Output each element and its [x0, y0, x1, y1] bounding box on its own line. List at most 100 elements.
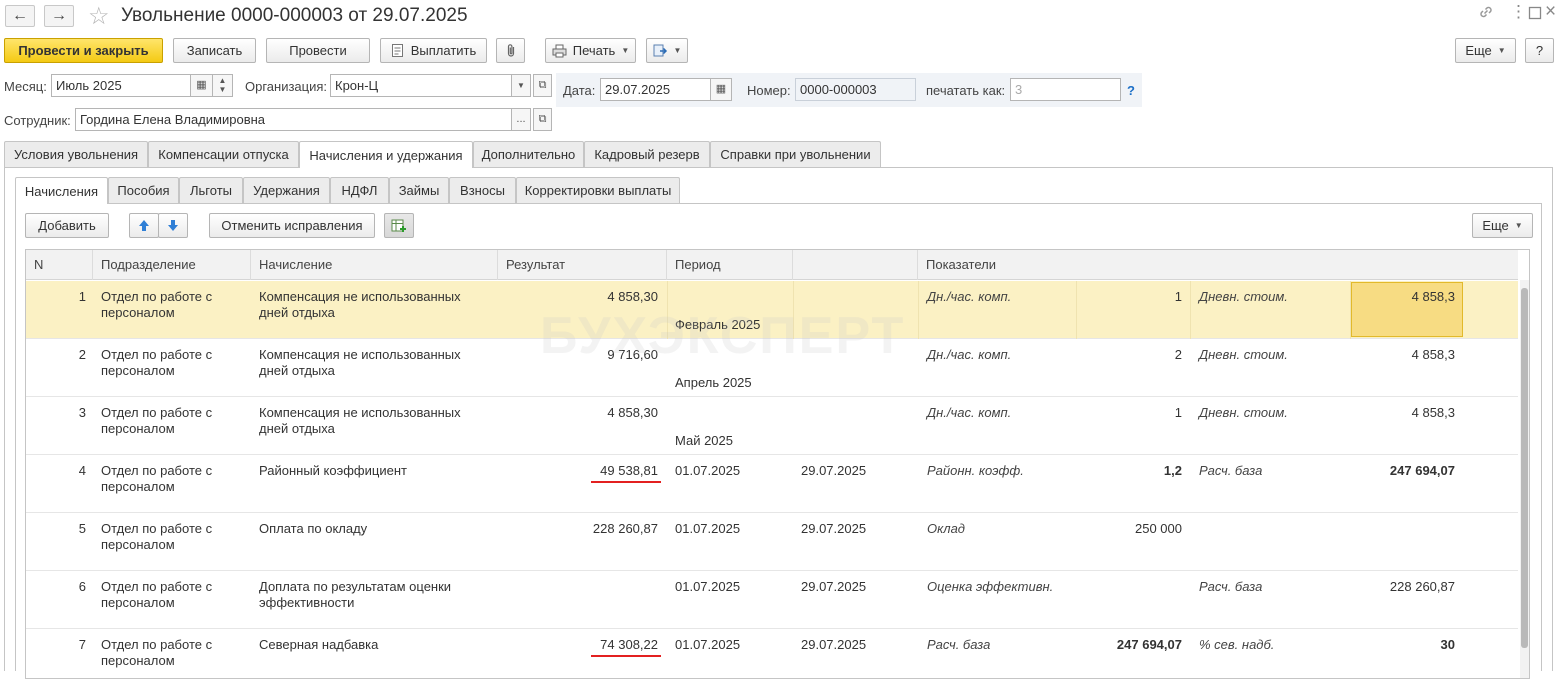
cell-department: Отдел по работе с: [101, 579, 213, 594]
cell-divider: [918, 281, 919, 339]
subtab-contributions[interactable]: Взносы: [449, 177, 516, 203]
tab-additional[interactable]: Дополнительно: [473, 141, 584, 167]
vertical-scrollbar[interactable]: [1520, 280, 1529, 678]
paperclip-icon: [507, 44, 514, 57]
cell-n: 6: [78, 579, 86, 594]
cell-department: персоналом: [101, 479, 175, 494]
post-button[interactable]: Провести: [266, 38, 370, 63]
tab-dismissal-certificates[interactable]: Справки при увольнении: [710, 141, 881, 167]
tab-personnel-reserve[interactable]: Кадровый резерв: [584, 141, 710, 167]
col-indicators[interactable]: Показатели: [918, 250, 1518, 280]
employee-label: Сотрудник:: [4, 113, 71, 128]
print-as-help-icon[interactable]: ?: [1127, 83, 1135, 98]
table-more-button[interactable]: Еще ▼: [1472, 213, 1533, 238]
table-row[interactable]: 1 Отдел по работе с персоналом Компенсация …: [26, 281, 1518, 339]
close-icon[interactable]: ×: [1545, 1, 1556, 23]
link-icon[interactable]: [1478, 4, 1494, 25]
chevron-down-icon: ▼: [1514, 221, 1523, 230]
col-result[interactable]: Результат: [498, 250, 667, 280]
panel-border-left: [4, 167, 5, 671]
subtab-accruals[interactable]: Начисления: [15, 177, 108, 204]
cell-indicator-name: Дневн. стоим.: [1199, 347, 1288, 362]
month-spinner[interactable]: ▲ ▼: [212, 74, 233, 97]
star-icon[interactable]: ☆: [88, 2, 110, 31]
cancel-corrections-button[interactable]: Отменить исправления: [209, 213, 375, 238]
move-down-button[interactable]: [158, 213, 188, 238]
subtab-loans[interactable]: Займы: [389, 177, 449, 203]
subtab-ndfl[interactable]: НДФЛ: [330, 177, 389, 203]
move-up-button[interactable]: [129, 213, 159, 238]
print-as-field[interactable]: 3: [1010, 78, 1121, 101]
col-n[interactable]: N: [26, 250, 93, 280]
maximize-icon[interactable]: [1528, 2, 1542, 25]
table-row[interactable]: 4 Отдел по работе с персоналом Районный коэ…: [26, 455, 1518, 513]
col-accrual[interactable]: Начисление: [251, 250, 498, 280]
date-calendar-button[interactable]: ▦: [710, 78, 732, 101]
organization-field[interactable]: Крон-Ц: [330, 74, 512, 97]
show-indicators-button[interactable]: [384, 213, 414, 238]
create-based-on-button[interactable]: ▼: [646, 38, 688, 63]
subtab-payment-adjustments[interactable]: Корректировки выплаты: [516, 177, 680, 203]
help-button[interactable]: ?: [1525, 38, 1554, 63]
cell-accrual: дней отдыха: [259, 305, 335, 320]
cell-period: 01.07.2025: [675, 579, 741, 594]
tab-vacation-compensation[interactable]: Компенсации отпуска: [148, 141, 299, 167]
subtab-benefits[interactable]: Пособия: [108, 177, 179, 203]
table-row[interactable]: 5 Отдел по работе с персоналом Оплата по ок…: [26, 513, 1518, 571]
table-row[interactable]: 3 Отдел по работе с персоналом Компенсация …: [26, 397, 1518, 455]
save-button[interactable]: Записать: [173, 38, 256, 63]
subpanel-border-left: [15, 203, 16, 671]
print-button[interactable]: Печать ▼: [545, 38, 636, 63]
cell-accrual: Районный коэффициент: [259, 463, 407, 478]
month-field[interactable]: Июль 2025: [51, 74, 191, 97]
scrollbar-thumb[interactable]: [1521, 288, 1528, 648]
cell-department: персоналом: [101, 653, 175, 668]
cell-department: Отдел по работе с: [101, 347, 213, 362]
printer-icon: [552, 44, 567, 57]
cell-indicator-value: 247 694,07: [1116, 637, 1182, 652]
cell-indicator-value: 4 858,3: [1411, 405, 1455, 420]
date-field[interactable]: 29.07.2025: [600, 78, 712, 101]
more-vertical-icon[interactable]: ⋮: [1510, 2, 1527, 22]
col-period[interactable]: Период: [667, 250, 793, 280]
attach-button[interactable]: [496, 38, 525, 63]
cell-department: персоналом: [101, 421, 175, 436]
col-department[interactable]: Подразделение: [93, 250, 251, 280]
cell-indicator-name: Расч. база: [927, 637, 991, 652]
post-and-close-button[interactable]: Провести и закрыть: [4, 38, 163, 63]
cell-accrual: дней отдыха: [259, 421, 335, 436]
calendar-button[interactable]: ▦: [190, 74, 213, 97]
table-row[interactable]: 2 Отдел по работе с персоналом Компенсация …: [26, 339, 1518, 397]
cell-period-end: 29.07.2025: [801, 521, 867, 536]
subtab-privileges[interactable]: Льготы: [179, 177, 243, 203]
open-organization-button[interactable]: ⧉: [533, 74, 552, 97]
cell-period-month: Апрель 2025: [675, 375, 752, 390]
cell-indicator-name: Оценка эффективн.: [927, 579, 1054, 594]
organization-label: Организация:: [245, 79, 328, 94]
subtab-deductions[interactable]: Удержания: [243, 177, 330, 203]
tab-accruals-deductions[interactable]: Начисления и удержания: [299, 141, 473, 168]
cell-indicator-value: 247 694,07: [1389, 463, 1455, 478]
back-button[interactable]: ←: [5, 5, 35, 27]
table-row[interactable]: 7 Отдел по работе с персоналом Северная над…: [26, 629, 1518, 678]
more-button[interactable]: Еще ▼: [1455, 38, 1516, 63]
cell-department: Отдел по работе с: [101, 289, 213, 304]
col-period-end[interactable]: [793, 250, 918, 280]
cell-indicator-value: 2: [1174, 347, 1182, 362]
tab-dismissal-conditions[interactable]: Условия увольнения: [4, 141, 148, 167]
pay-button[interactable]: Выплатить: [380, 38, 487, 63]
chevron-down-icon: ▼: [1497, 46, 1506, 55]
cell-n: 5: [78, 521, 86, 536]
add-button[interactable]: Добавить: [25, 213, 109, 238]
cell-result: 74 308,22: [600, 637, 658, 652]
arrow-up-icon: [139, 220, 149, 231]
organization-dropdown[interactable]: ▼: [511, 74, 531, 97]
open-employee-button[interactable]: ⧉: [533, 108, 552, 131]
arrow-left-icon: ←: [12, 7, 28, 24]
employee-field[interactable]: Гордина Елена Владимировна: [75, 108, 512, 131]
table-row[interactable]: 6 Отдел по работе с персоналом Доплата по р…: [26, 571, 1518, 629]
forward-button[interactable]: →: [44, 5, 74, 27]
cell-department: Отдел по работе с: [101, 463, 213, 478]
employee-select-button[interactable]: ...: [511, 108, 531, 131]
arrow-down-icon: [168, 220, 178, 231]
